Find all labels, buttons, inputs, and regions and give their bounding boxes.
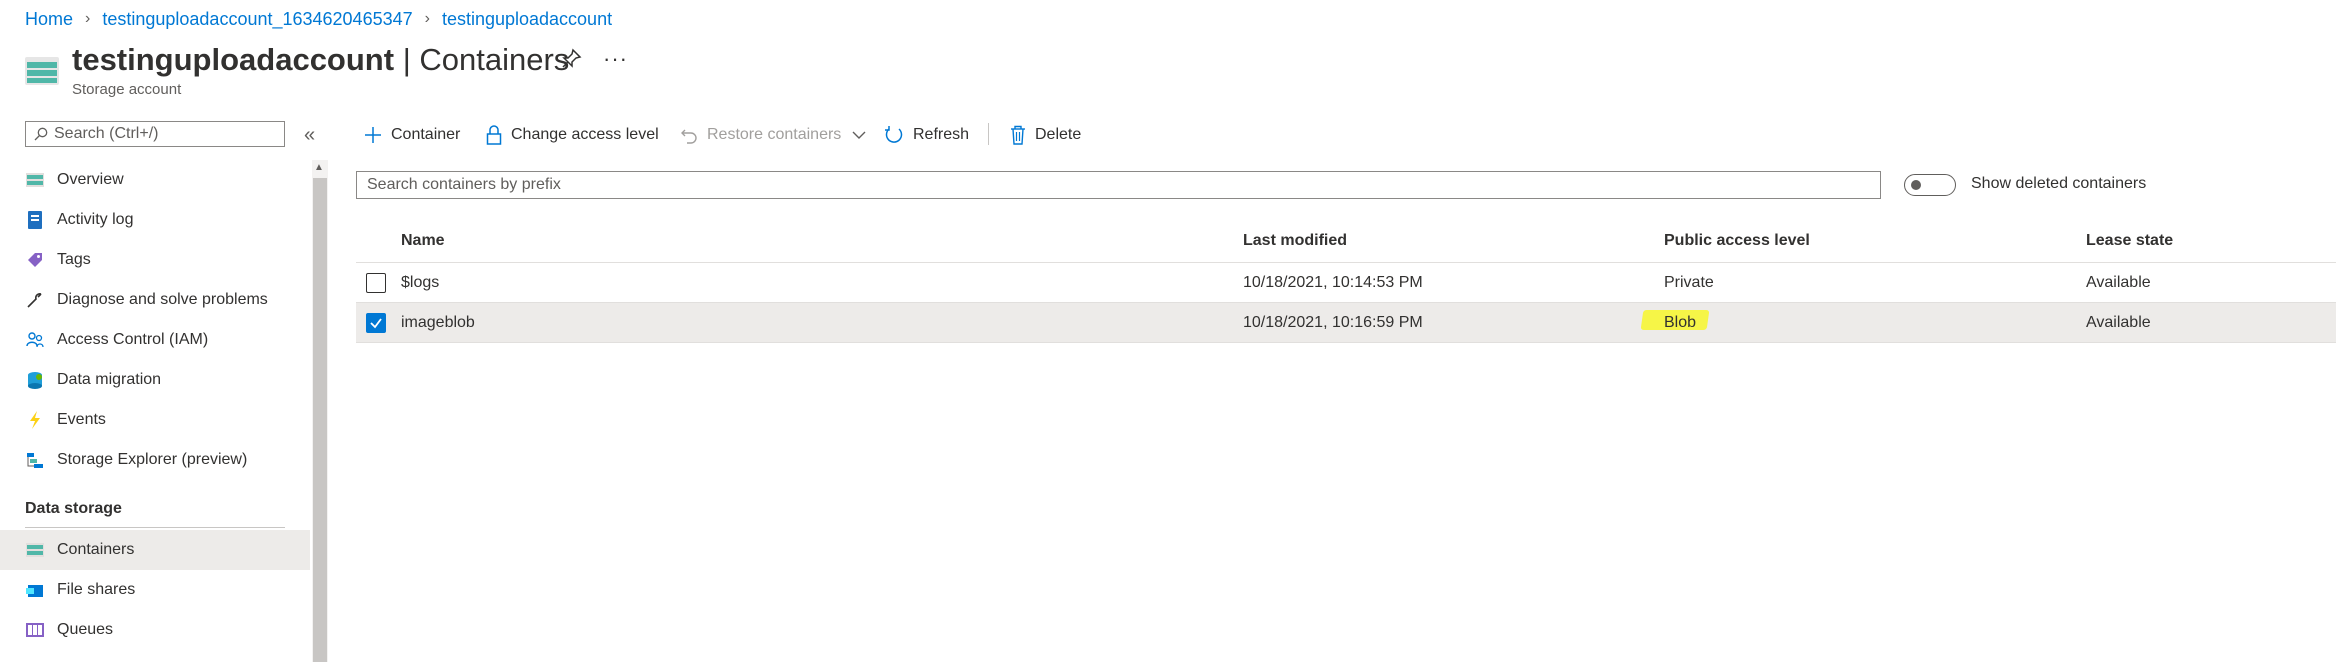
sidebar-item-access-control[interactable]: Access Control (IAM) bbox=[0, 320, 310, 360]
breadcrumb: Home › testinguploadaccount_163462046534… bbox=[25, 8, 612, 30]
refresh-icon bbox=[885, 126, 903, 143]
container-name-link[interactable]: $logs bbox=[401, 274, 439, 292]
lock-icon bbox=[486, 125, 502, 145]
sidebar-item-queues[interactable]: Queues bbox=[0, 610, 310, 650]
plus-icon bbox=[365, 127, 381, 143]
storage-explorer-icon bbox=[25, 450, 45, 470]
sidebar-item-label: Events bbox=[57, 411, 106, 428]
column-header-last-modified[interactable]: Last modified bbox=[1243, 232, 1347, 250]
delete-label: Delete bbox=[1035, 126, 1082, 143]
last-modified-cell: 10/18/2021, 10:14:53 PM bbox=[1243, 274, 1423, 291]
sidebar-scrollbar-thumb[interactable] bbox=[313, 178, 327, 662]
lease-state-cell: Available bbox=[2086, 314, 2151, 331]
sidebar-item-activity-log[interactable]: Activity log bbox=[0, 200, 310, 240]
sidebar-item-label: Queues bbox=[57, 621, 114, 638]
lease-state-cell: Available bbox=[2086, 274, 2151, 291]
lightning-icon bbox=[25, 410, 45, 430]
refresh-label: Refresh bbox=[913, 126, 970, 143]
change-access-level-button[interactable]: Change access level bbox=[486, 121, 659, 149]
sidebar-item-label: Data migration bbox=[57, 371, 162, 388]
change-access-level-label: Change access level bbox=[511, 126, 659, 143]
sidebar-item-events[interactable]: Events bbox=[0, 400, 310, 440]
sidebar-item-label: Tags bbox=[57, 251, 91, 268]
last-modified-cell: 10/18/2021, 10:16:59 PM bbox=[1243, 314, 1423, 331]
add-container-label: Container bbox=[391, 126, 461, 143]
activity-log-icon bbox=[25, 210, 45, 230]
page-title-resource: testinguploadaccount bbox=[72, 42, 395, 77]
sidebar-item-label: Overview bbox=[57, 171, 124, 188]
sidebar-item-data-migration[interactable]: Data migration bbox=[0, 360, 310, 400]
sidebar-item-label: File shares bbox=[57, 581, 136, 598]
sidebar-item-label: Activity log bbox=[57, 211, 134, 228]
restore-containers-button[interactable]: Restore containers bbox=[680, 121, 867, 149]
checkmark-icon bbox=[370, 318, 382, 329]
toggle-knob bbox=[1911, 180, 1921, 190]
sidebar-search-placeholder: Search (Ctrl+/) bbox=[54, 125, 159, 142]
toolbar-divider bbox=[988, 123, 989, 145]
page-title: testinguploadaccount | Containers bbox=[72, 42, 569, 78]
sidebar-section-data-storage: Data storage bbox=[25, 500, 122, 517]
sidebar-search-input[interactable]: Search (Ctrl+/) bbox=[25, 121, 285, 147]
breadcrumb-storage-account[interactable]: testinguploadaccount bbox=[442, 9, 612, 30]
undo-icon bbox=[681, 129, 697, 144]
wrench-icon bbox=[25, 290, 45, 310]
tag-icon bbox=[25, 250, 45, 270]
sidebar-item-label: Storage Explorer (preview) bbox=[57, 451, 248, 468]
search-containers-input[interactable]: Search containers by prefix bbox=[356, 171, 1881, 199]
breadcrumb-home[interactable]: Home bbox=[25, 9, 73, 30]
trash-icon bbox=[1011, 125, 1025, 145]
row-checkbox-checked[interactable] bbox=[366, 313, 386, 333]
page-title-section: | Containers bbox=[394, 42, 570, 77]
restore-containers-label: Restore containers bbox=[707, 126, 842, 143]
sidebar-item-overview[interactable]: Overview bbox=[0, 160, 310, 200]
file-shares-icon bbox=[25, 580, 45, 600]
breadcrumb-resource-group[interactable]: testinguploadaccount_1634620465347 bbox=[102, 9, 412, 30]
column-header-name[interactable]: Name bbox=[401, 232, 445, 250]
containers-icon bbox=[25, 540, 45, 560]
pin-icon[interactable] bbox=[560, 48, 582, 70]
show-deleted-toggle[interactable] bbox=[1904, 174, 1956, 196]
public-access-cell: Blob bbox=[1664, 314, 1697, 331]
add-container-button[interactable]: Container bbox=[364, 121, 460, 149]
page-subtitle: Storage account bbox=[72, 81, 182, 98]
storage-account-icon bbox=[25, 57, 59, 85]
scroll-up-arrow-icon[interactable]: ▲ bbox=[314, 162, 324, 173]
more-options-button[interactable]: ··· bbox=[603, 46, 628, 72]
search-containers-placeholder: Search containers by prefix bbox=[367, 176, 561, 193]
delete-button[interactable]: Delete bbox=[1010, 121, 1081, 149]
sidebar-item-tags[interactable]: Tags bbox=[0, 240, 310, 280]
overview-icon bbox=[25, 170, 45, 190]
sidebar-item-diagnose[interactable]: Diagnose and solve problems bbox=[0, 280, 310, 320]
column-header-lease-state[interactable]: Lease state bbox=[2086, 232, 2173, 250]
data-migration-icon bbox=[25, 370, 45, 390]
public-access-cell: Private bbox=[1664, 274, 1714, 291]
column-header-public-access[interactable]: Public access level bbox=[1664, 232, 1810, 250]
sidebar-item-containers[interactable]: Containers bbox=[0, 530, 310, 570]
sidebar-item-label: Diagnose and solve problems bbox=[57, 291, 268, 308]
chevron-right-icon: › bbox=[424, 10, 430, 27]
show-deleted-label: Show deleted containers bbox=[1971, 175, 2147, 192]
chevron-down-icon bbox=[852, 131, 866, 139]
collapse-sidebar-button[interactable]: « bbox=[304, 124, 315, 147]
refresh-button[interactable]: Refresh bbox=[884, 121, 969, 149]
sidebar-item-file-shares[interactable]: File shares bbox=[0, 570, 310, 610]
search-icon bbox=[34, 127, 48, 141]
queues-icon bbox=[25, 620, 45, 640]
sidebar-divider bbox=[25, 527, 285, 528]
people-icon bbox=[25, 330, 45, 350]
sidebar-item-label: Access Control (IAM) bbox=[57, 331, 209, 348]
sidebar-item-storage-explorer[interactable]: Storage Explorer (preview) bbox=[0, 440, 310, 480]
chevron-right-icon: › bbox=[85, 10, 91, 27]
row-checkbox[interactable] bbox=[366, 273, 386, 293]
container-name-link[interactable]: imageblob bbox=[401, 314, 475, 332]
sidebar-item-label: Containers bbox=[57, 541, 135, 558]
